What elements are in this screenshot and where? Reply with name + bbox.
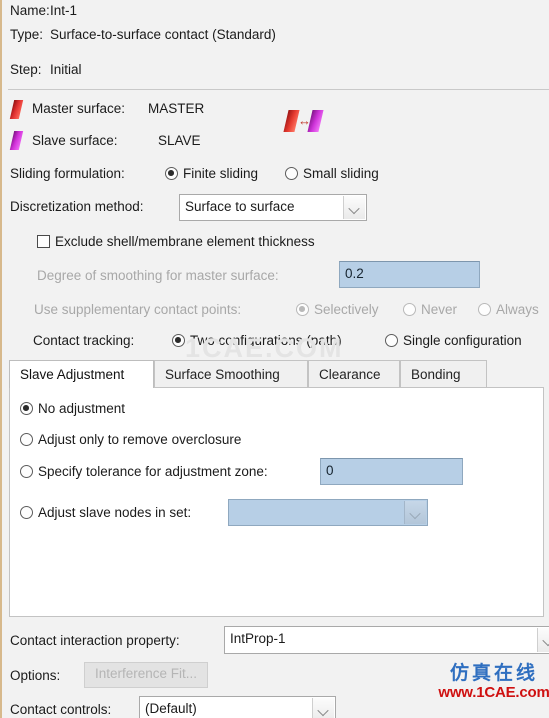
slave-surface-label: Slave surface: xyxy=(32,133,118,148)
radio-two-configurations-label: Two configurations (path) xyxy=(190,333,342,348)
radio-two-configurations[interactable]: Two configurations (path) xyxy=(172,333,342,348)
swap-surfaces-icon[interactable]: ↔ xyxy=(283,108,324,134)
radio-finite-sliding-indicator xyxy=(165,167,178,180)
contact-controls-label: Contact controls: xyxy=(10,702,112,717)
type-label: Type: xyxy=(10,27,44,42)
tab-strip: Slave Adjustment Surface Smoothing Clear… xyxy=(9,360,544,388)
slave-adjustment-panel: No adjustment Adjust only to remove over… xyxy=(9,387,544,617)
slave-surface-icon xyxy=(9,131,24,150)
radio-supplementary-never-indicator xyxy=(403,303,416,316)
name-label: Name: xyxy=(10,3,50,18)
master-surface-icon xyxy=(9,100,24,119)
master-surface-value: MASTER xyxy=(148,101,205,116)
checkbox-exclude-thickness[interactable]: Exclude shell/membrane element thickness xyxy=(37,234,315,249)
checkbox-exclude-thickness-label: Exclude shell/membrane element thickness xyxy=(55,234,315,249)
radio-specify-tolerance-indicator xyxy=(20,465,33,478)
tab-surface-smoothing[interactable]: Surface Smoothing xyxy=(154,360,308,388)
radio-supplementary-never-label: Never xyxy=(421,302,458,317)
tolerance-input[interactable]: 0 xyxy=(320,458,463,485)
radio-finite-sliding[interactable]: Finite sliding xyxy=(165,166,258,181)
header-divider xyxy=(8,89,549,90)
radio-small-sliding[interactable]: Small sliding xyxy=(285,166,379,181)
discretization-method-label: Discretization method: xyxy=(10,199,144,214)
smoothing-label: Degree of smoothing for master surface: xyxy=(37,268,279,283)
chevron-down-icon[interactable] xyxy=(312,698,334,718)
interaction-editor-dialog: Name: Int-1 Type: Surface-to-surface con… xyxy=(0,0,549,718)
contact-tracking-label: Contact tracking: xyxy=(33,333,135,348)
node-set-select[interactable] xyxy=(228,499,428,526)
smoothing-value: 0.2 xyxy=(345,266,364,281)
interference-fit-button: Interference Fit... xyxy=(84,662,208,688)
chevron-down-icon[interactable] xyxy=(404,501,426,524)
step-value: Initial xyxy=(50,62,82,77)
tab-slave-adjustment[interactable]: Slave Adjustment xyxy=(9,360,154,388)
radio-single-configuration-indicator xyxy=(385,334,398,347)
step-label: Step: xyxy=(10,62,42,77)
radio-single-configuration[interactable]: Single configuration xyxy=(385,333,522,348)
contact-interaction-property-select[interactable]: IntProp-1 xyxy=(224,626,549,654)
tab-clearance[interactable]: Clearance xyxy=(308,360,400,388)
radio-small-sliding-indicator xyxy=(285,167,298,180)
radio-two-configurations-indicator xyxy=(172,334,185,347)
radio-adjust-remove-overclosure-indicator xyxy=(20,433,33,446)
radio-adjust-remove-overclosure-label: Adjust only to remove overclosure xyxy=(38,432,242,447)
radio-adjust-slave-nodes-in-set-label: Adjust slave nodes in set: xyxy=(38,505,192,520)
radio-no-adjustment[interactable]: No adjustment xyxy=(20,401,125,416)
slave-surface-value: SLAVE xyxy=(158,133,201,148)
radio-supplementary-selectively-label: Selectively xyxy=(314,302,379,317)
chevron-down-icon[interactable] xyxy=(343,196,365,219)
contact-interaction-property-value: IntProp-1 xyxy=(230,631,286,646)
radio-supplementary-always-indicator xyxy=(478,303,491,316)
radio-small-sliding-label: Small sliding xyxy=(303,166,379,181)
supplementary-points-label: Use supplementary contact points: xyxy=(34,302,242,317)
type-value: Surface-to-surface contact (Standard) xyxy=(50,27,276,42)
radio-supplementary-always-label: Always xyxy=(496,302,539,317)
radio-no-adjustment-label: No adjustment xyxy=(38,401,126,416)
radio-supplementary-selectively[interactable]: Selectively xyxy=(296,302,379,317)
radio-no-adjustment-indicator xyxy=(20,402,33,415)
tab-bonding[interactable]: Bonding xyxy=(400,360,487,388)
master-surface-label: Master surface: xyxy=(32,101,126,116)
radio-adjust-slave-nodes-in-set[interactable]: Adjust slave nodes in set: xyxy=(20,505,191,520)
radio-supplementary-never[interactable]: Never xyxy=(403,302,457,317)
radio-supplementary-selectively-indicator xyxy=(296,303,309,316)
tolerance-value: 0 xyxy=(326,463,334,478)
radio-specify-tolerance[interactable]: Specify tolerance for adjustment zone: xyxy=(20,464,268,479)
options-label: Options: xyxy=(10,668,61,683)
contact-interaction-property-label: Contact interaction property: xyxy=(10,633,180,648)
sliding-formulation-label: Sliding formulation: xyxy=(10,166,125,181)
chevron-down-icon[interactable] xyxy=(537,628,549,652)
watermark-chinese-text: 仿真在线 xyxy=(449,662,538,684)
smoothing-input[interactable]: 0.2 xyxy=(339,261,480,288)
site-watermark: 仿真在线 www.1CAE.com xyxy=(437,662,549,702)
radio-specify-tolerance-label: Specify tolerance for adjustment zone: xyxy=(38,464,268,479)
checkbox-exclude-thickness-box xyxy=(37,235,50,248)
name-value: Int-1 xyxy=(50,3,78,18)
radio-adjust-remove-overclosure[interactable]: Adjust only to remove overclosure xyxy=(20,432,241,447)
watermark-url-text: www.1CAE.com xyxy=(438,684,549,701)
contact-controls-value: (Default) xyxy=(145,701,197,716)
discretization-method-select[interactable]: Surface to surface xyxy=(179,194,367,221)
radio-single-configuration-label: Single configuration xyxy=(403,333,522,348)
discretization-method-value: Surface to surface xyxy=(185,199,295,214)
contact-controls-select[interactable]: (Default) xyxy=(139,696,336,718)
radio-adjust-slave-nodes-in-set-indicator xyxy=(20,506,33,519)
radio-supplementary-always[interactable]: Always xyxy=(478,302,539,317)
radio-finite-sliding-label: Finite sliding xyxy=(183,166,259,181)
